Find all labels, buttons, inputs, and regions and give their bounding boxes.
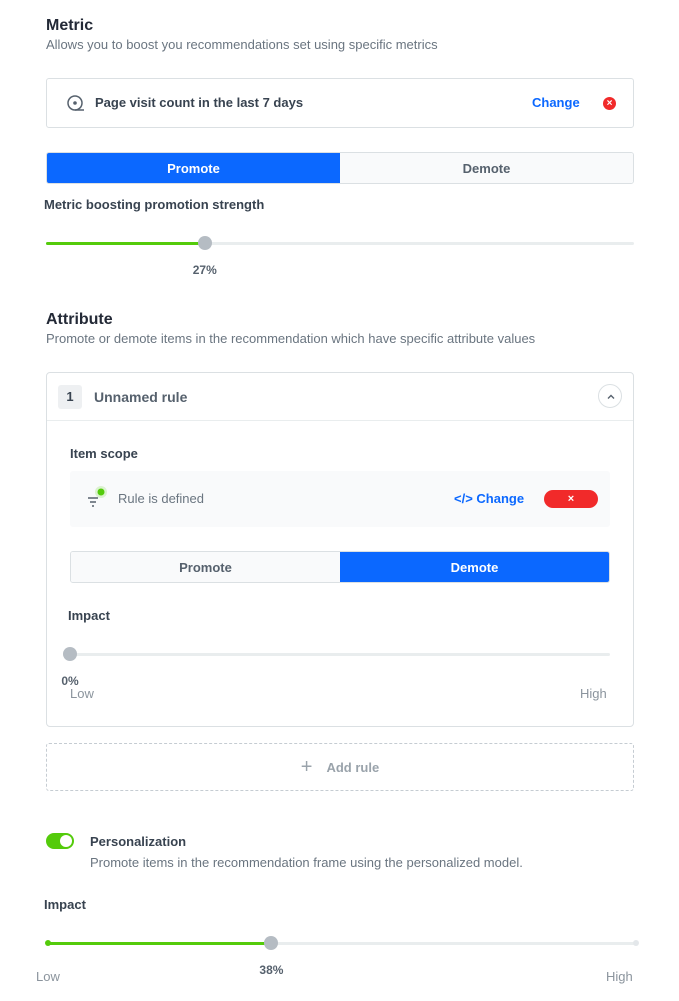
attribute-rule-card: 1 Unnamed rule [46,372,634,727]
change-scope-button[interactable]: </> Change [454,491,524,506]
slider-fill [46,242,205,245]
item-scope-box: Rule is defined </> Change × [70,471,610,527]
metric-section-title: Metric [46,17,94,34]
metric-demote-button[interactable]: Demote [340,153,633,183]
slider-value: 27% [192,263,217,277]
personalization-description: Promote items in the recommendation fram… [90,855,523,870]
personalization-title: Personalization [90,834,187,849]
plus-icon: + [300,756,313,778]
personalization-impact-high-label: High [606,969,633,984]
metric-promote-button[interactable]: Promote [47,153,340,183]
metric-mode-toggle: Promote Demote [46,152,634,184]
metric-visits-icon [66,94,86,114]
rule-impact-high-label: High [580,686,607,701]
rule-promote-button[interactable]: Promote [71,552,340,582]
attribute-section-title: Attribute [46,311,113,328]
toggle-knob [60,835,72,847]
close-icon: × [567,493,575,505]
change-metric-button[interactable]: Change [532,95,580,110]
slider-thumb[interactable] [197,236,212,250]
personalization-toggle[interactable] [46,833,74,849]
metric-section-description: Allows you to boost you recommendations … [46,37,438,52]
personalization-impact-label: Impact [44,897,86,912]
rule-header[interactable]: 1 Unnamed rule [47,373,633,421]
slider-value: 38% [259,963,284,977]
metric-strength-slider[interactable]: 27% [46,236,634,277]
chevron-up-icon [607,394,615,399]
attribute-section-description: Promote or demote items in the recommend… [46,331,536,346]
slider-start-dot [45,940,51,946]
slider-thumb[interactable] [63,647,77,661]
filter-defined-icon [84,485,110,511]
add-rule-label: Add rule [326,759,380,775]
scope-status-text: Rule is defined [118,491,204,506]
slider-fill [48,942,272,945]
selected-metric-label: Page visit count in the last 7 days [95,95,304,110]
item-scope-label: Item scope [70,446,138,461]
rule-impact-slider[interactable]: 0% [61,647,610,688]
remove-scope-button[interactable]: × [544,490,598,508]
personalization-impact-low-label: Low [36,969,60,984]
slider-thumb[interactable] [264,936,279,950]
rule-name[interactable]: Unnamed rule [94,389,187,405]
code-icon: </> [454,491,473,506]
rule-impact-low-label: Low [70,686,94,701]
slider-end-dot [633,940,639,946]
rule-demote-button[interactable]: Demote [340,552,609,582]
personalization-impact-slider[interactable]: 38% [45,936,639,977]
add-rule-button[interactable]: + Add rule [46,743,634,791]
slider-track [70,653,610,656]
rule-number-badge: 1 [58,385,82,409]
close-circle-icon: × [606,98,613,109]
selected-metric-card: Page visit count in the last 7 days Chan… [46,78,634,128]
rule-mode-toggle: Promote Demote [70,551,610,583]
collapse-rule-button[interactable] [598,384,622,408]
metric-strength-label: Metric boosting promotion strength [44,197,265,212]
remove-metric-button[interactable]: × [603,97,616,110]
change-scope-label: Change [476,491,525,506]
rule-impact-label: Impact [68,608,110,623]
